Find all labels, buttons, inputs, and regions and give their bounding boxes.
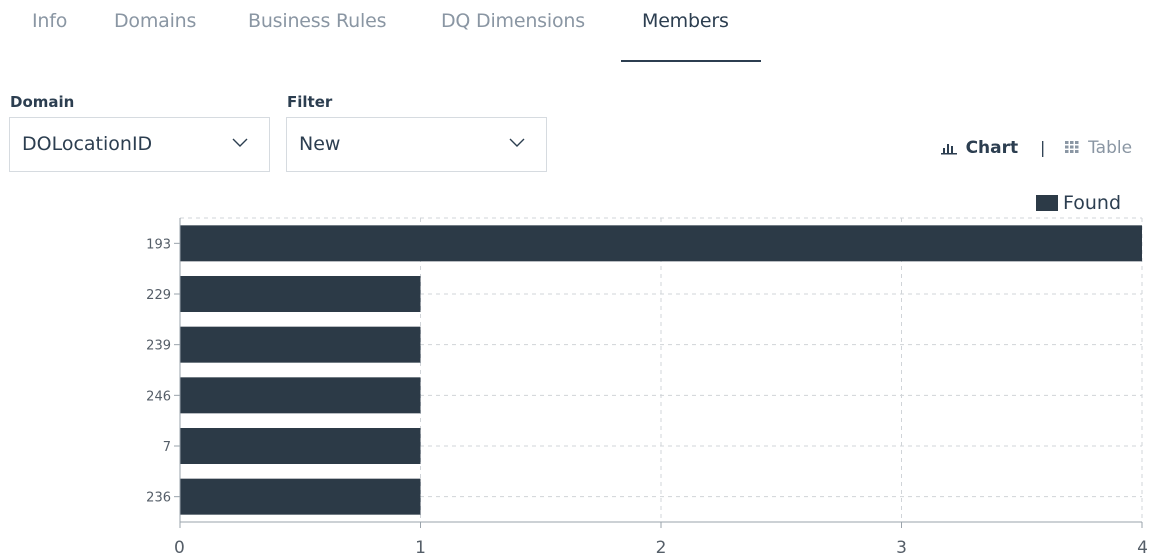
tab-bar: Info Domains Business Rules DQ Dimension…: [0, 0, 1149, 62]
grid-icon: [1065, 141, 1079, 153]
y-tick-label: 229: [146, 288, 171, 303]
tab-domains[interactable]: Domains: [114, 10, 196, 32]
legend-label: Found: [1063, 192, 1121, 214]
tab-members[interactable]: Members: [642, 10, 729, 32]
members-bar-chart: 193 229 239 246 7 236 0 1 2 3 4 Found: [146, 192, 1148, 557]
x-axis: 0 1 2 3 4: [174, 521, 1148, 557]
legend-swatch: [1036, 195, 1058, 211]
bar-7[interactable]: [180, 428, 421, 464]
x-tick-label: 0: [174, 538, 185, 557]
active-tab-indicator: [621, 60, 761, 62]
bar-193[interactable]: [180, 225, 1142, 262]
chevron-down-icon: [232, 138, 248, 147]
x-tick-label: 3: [896, 538, 907, 557]
bar-239[interactable]: [180, 326, 421, 363]
y-tick-label: 239: [146, 339, 171, 354]
bar-chart-icon: [941, 144, 957, 155]
y-tick-label: 236: [146, 491, 171, 506]
domain-label: Domain: [10, 93, 75, 111]
filter-select-value: New: [299, 133, 341, 155]
chart-grid: [179, 217, 1143, 522]
y-tick-label: 193: [146, 237, 171, 252]
x-tick-label: 1: [415, 538, 426, 557]
chart-view-button[interactable]: Chart: [940, 138, 1018, 158]
filter-select[interactable]: New: [286, 117, 547, 172]
tab-dq-dimensions[interactable]: DQ Dimensions: [441, 10, 585, 32]
bar-229[interactable]: [180, 276, 421, 312]
chevron-down-icon: [509, 138, 525, 147]
x-tick-label: 2: [656, 538, 667, 557]
y-axis: 193 229 239 246 7 236: [146, 218, 181, 522]
view-toggle-separator: |: [1040, 138, 1046, 157]
x-tick-label: 4: [1137, 538, 1148, 557]
filter-label: Filter: [287, 93, 333, 111]
y-tick-label: 7: [163, 440, 171, 455]
domain-select-value: DOLocationID: [22, 133, 153, 155]
y-tick-label: 246: [146, 389, 171, 404]
bar-236[interactable]: [180, 478, 421, 515]
chart-view-label: Chart: [965, 138, 1019, 158]
tab-info[interactable]: Info: [32, 10, 67, 32]
tab-business-rules[interactable]: Business Rules: [248, 10, 386, 32]
table-view-button[interactable]: Table: [1063, 138, 1132, 158]
table-view-label: Table: [1088, 138, 1133, 158]
chart-legend: Found: [1036, 192, 1121, 214]
domain-select[interactable]: DOLocationID: [9, 117, 270, 172]
bar-246[interactable]: [180, 377, 421, 414]
